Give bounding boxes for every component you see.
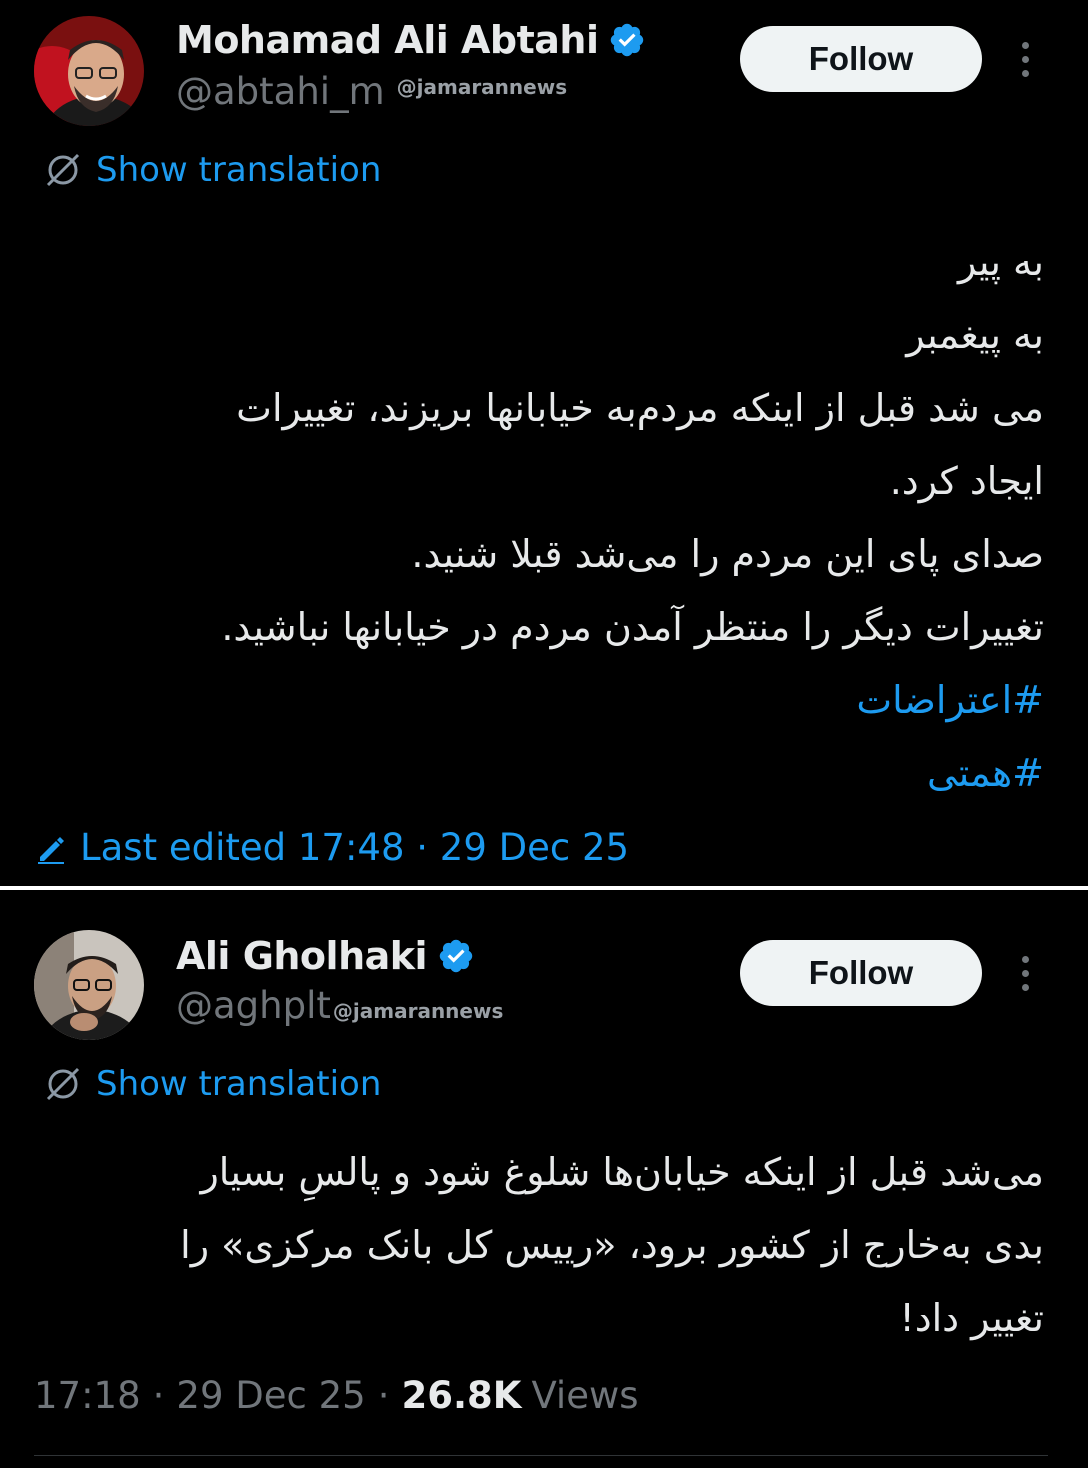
translate-icon — [46, 153, 80, 187]
author-name[interactable]: Ali Gholhaki — [176, 934, 428, 978]
show-translation-link[interactable]: Show translation — [44, 150, 381, 190]
watermark: @jamarannews — [332, 999, 504, 1023]
tweet-line: تغییرات دیگر را منتظر آمدن مردم در خیابا… — [221, 605, 1044, 649]
hashtag-link[interactable]: #همتی — [221, 737, 1044, 810]
avatar[interactable] — [34, 16, 144, 126]
translate-icon — [46, 1067, 80, 1101]
views-count: 26.8K — [401, 1374, 522, 1417]
last-edited-link[interactable]: Last edited 17:48 · 29 Dec 25 — [34, 826, 629, 869]
meta-separator: · — [377, 1374, 390, 1417]
divider — [34, 1455, 1048, 1456]
watermark: @jamarannews — [396, 75, 568, 99]
more-icon[interactable] — [1010, 948, 1040, 998]
tweet-line: به پیغمبر — [906, 313, 1044, 357]
last-edited-text: Last edited 17:48 · 29 Dec 25 — [80, 826, 630, 869]
tweet-card-2: Ali Gholhaki @aghplt @jamarannews Follow… — [0, 892, 1088, 1468]
follow-button[interactable]: Follow — [740, 26, 982, 92]
author-name-row[interactable]: Mohamad Ali Abtahi — [176, 18, 646, 62]
divider — [0, 886, 1088, 890]
avatar[interactable] — [34, 930, 144, 1040]
views-label: Views — [531, 1374, 639, 1417]
tweet-line: ایجاد کرد. — [889, 459, 1044, 503]
tweet-meta: 17:18 · 29 Dec 25 · 26.8K Views — [34, 1374, 639, 1417]
tweet-line: می شد قبل از اینکه مردم‌به خیابانها بریز… — [236, 386, 1044, 430]
verified-badge-icon — [439, 939, 473, 973]
tweet-card-1: Mohamad Ali Abtahi @abtahi_m @jamarannew… — [0, 0, 1088, 886]
tweet-body: می‌شد قبل از اینکه خیابان‌ها شلوغ شود و … — [180, 1136, 1044, 1355]
edit-pencil-icon — [38, 836, 64, 864]
more-icon[interactable] — [1010, 34, 1040, 84]
tweet-line: صدای پای این مردم را می‌شد قبلا شنید. — [411, 532, 1044, 576]
author-name[interactable]: Mohamad Ali Abtahi — [176, 18, 599, 62]
author-name-row[interactable]: Ali Gholhaki — [176, 934, 475, 978]
show-translation-label: Show translation — [96, 150, 382, 190]
tweet-body: به پیر به پیغمبر می شد قبل از اینکه مردم… — [221, 226, 1044, 810]
tweet-line: بدی به‌خارج از کشور برود، «رییس کل بانک … — [180, 1223, 1044, 1267]
show-translation-label: Show translation — [96, 1064, 382, 1104]
author-handle[interactable]: @aghplt — [176, 984, 331, 1027]
tweet-time[interactable]: 17:18 — [34, 1374, 141, 1417]
show-translation-link[interactable]: Show translation — [44, 1064, 381, 1104]
author-handle[interactable]: @abtahi_m — [176, 70, 385, 113]
hashtag-link[interactable]: #اعتراضات — [221, 664, 1044, 737]
meta-separator: · — [152, 1374, 165, 1417]
verified-badge-icon — [611, 23, 644, 57]
tweet-line: می‌شد قبل از اینکه خیابان‌ها شلوغ شود و … — [200, 1150, 1044, 1194]
handle-row: @abtahi_m @jamarannews — [176, 70, 567, 113]
tweet-date[interactable]: 29 Dec 25 — [176, 1374, 365, 1417]
tweet-line: تغییر داد! — [899, 1296, 1044, 1340]
follow-button[interactable]: Follow — [740, 940, 982, 1006]
tweet-line: به پیر — [957, 240, 1044, 284]
handle-row: @aghplt @jamarannews — [176, 984, 503, 1027]
